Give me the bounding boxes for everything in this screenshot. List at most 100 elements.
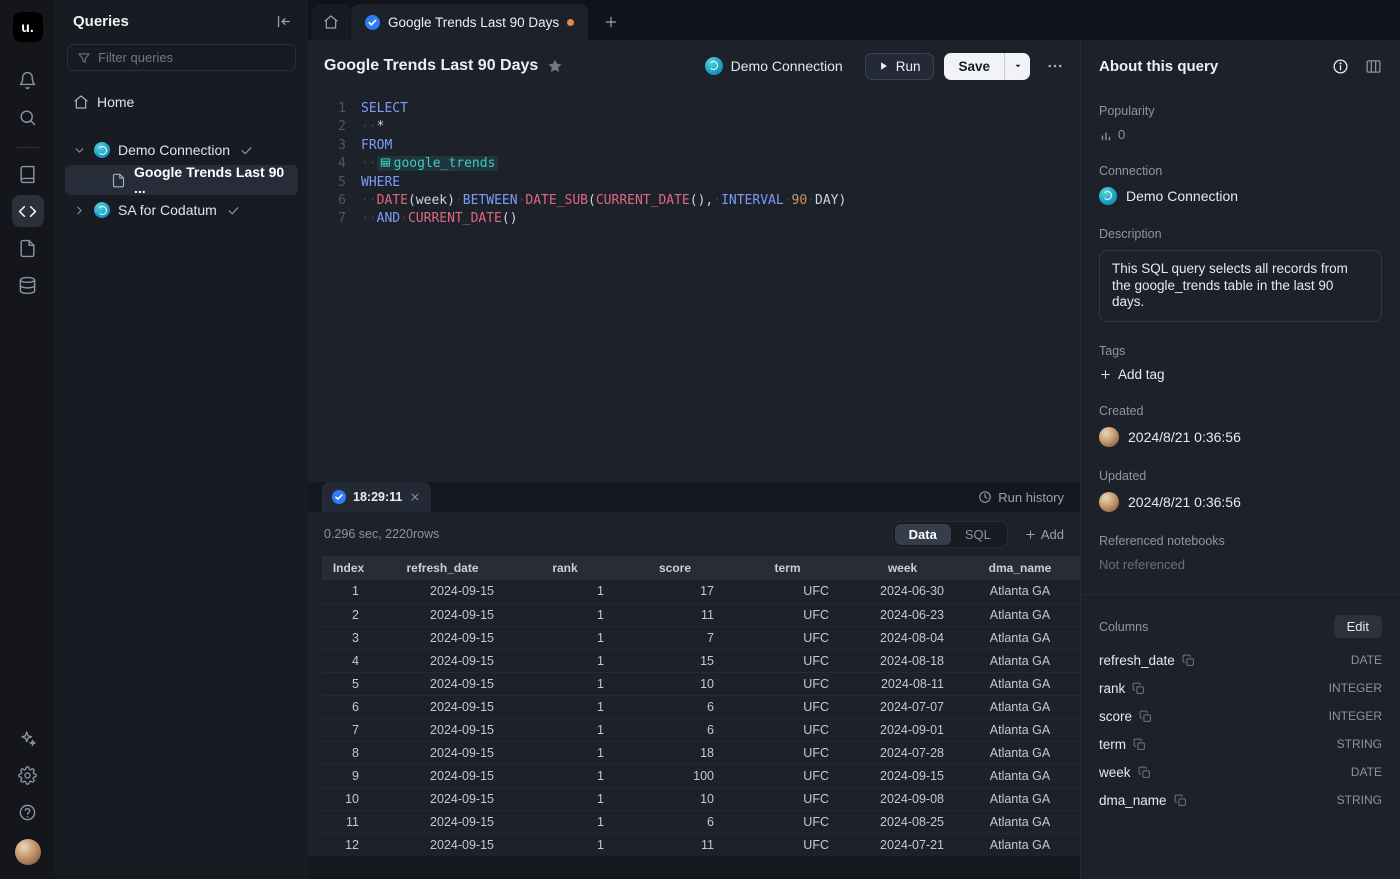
table-reference-chip[interactable]: google_trends [377, 156, 499, 171]
table-cell: UFC [730, 626, 845, 649]
column-header-rank[interactable]: rank [510, 556, 620, 580]
tree-item-sa-for-codatum[interactable]: SA for Codatum [65, 195, 298, 225]
column-list-item: rankINTEGER [1099, 674, 1382, 702]
sql-editor[interactable]: 1SELECT2··*3FROM4··google_trends5WHERE6·… [308, 92, 1080, 482]
table-cell: UFC [730, 833, 845, 856]
new-tab-button[interactable] [596, 7, 626, 37]
column-header-score[interactable]: score [620, 556, 730, 580]
table-cell: 8 [322, 741, 375, 764]
sidebar-item-home[interactable]: Home [65, 87, 298, 117]
description-box[interactable]: This SQL query selects all records from … [1099, 250, 1382, 322]
connection-selector[interactable]: Demo Connection [705, 57, 843, 75]
column-type: INTEGER [1329, 709, 1382, 723]
sidebar-title: Queries [73, 13, 129, 30]
favorite-star-icon[interactable] [547, 58, 563, 74]
copy-icon[interactable] [1133, 738, 1146, 751]
copy-icon[interactable] [1174, 794, 1187, 807]
ai-sparkles-icon[interactable] [12, 722, 44, 754]
save-button[interactable]: Save [944, 53, 1004, 80]
table-cell: 4 [322, 649, 375, 672]
database-icon[interactable] [12, 269, 44, 301]
connection-icon [94, 202, 110, 218]
line-number: 2 [308, 118, 346, 136]
table-cell: Atlanta GA [960, 741, 1080, 764]
notifications-icon[interactable] [12, 64, 44, 96]
schema-columns-icon[interactable] [1365, 58, 1382, 75]
line-number: 3 [308, 137, 346, 155]
table-row: 102024-09-15110UFC2024-09-08Atlanta GA [322, 787, 1080, 810]
tab-google-trends[interactable]: Google Trends Last 90 Days [351, 4, 588, 40]
table-row: 122024-09-15111UFC2024-07-21Atlanta GA [322, 833, 1080, 856]
help-icon[interactable] [12, 796, 44, 828]
chevron-down-icon[interactable] [73, 144, 86, 157]
column-header-week[interactable]: week [845, 556, 960, 580]
filter-queries-input[interactable] [98, 50, 286, 65]
table-cell: 2024-08-18 [845, 649, 960, 672]
tree-item-google-trends-query[interactable]: Google Trends Last 90 ... [65, 165, 298, 195]
about-divider [1081, 594, 1400, 595]
queries-sidebar: Queries Home Demo Connection [55, 0, 308, 879]
table-row: 62024-09-1516UFC2024-07-07Atlanta GA [322, 695, 1080, 718]
run-timestamp: 18:29:11 [353, 490, 402, 504]
table-cell: 2024-07-28 [845, 741, 960, 764]
run-history-button[interactable]: Run history [978, 490, 1064, 505]
results-panel: 18:29:11 Run history 0.296 sec, 2220rows [308, 482, 1080, 879]
more-options-icon[interactable] [1046, 57, 1064, 75]
collapse-sidebar-icon[interactable] [275, 13, 292, 30]
tree-item-demo-connection[interactable]: Demo Connection [65, 135, 298, 165]
table-row: 22024-09-15111UFC2024-06-23Atlanta GA [322, 603, 1080, 626]
info-icon[interactable] [1332, 58, 1349, 75]
table-cell: 2024-08-04 [845, 626, 960, 649]
home-tab[interactable] [312, 4, 350, 40]
column-header-dma_name[interactable]: dma_name [960, 556, 1080, 580]
column-header-term[interactable]: term [730, 556, 845, 580]
table-cell: 2024-09-15 [375, 787, 510, 810]
table-cell: UFC [730, 695, 845, 718]
updated-label: Updated [1099, 469, 1382, 483]
table-cell: 2024-09-15 [375, 580, 510, 603]
table-cell: 2024-09-15 [375, 718, 510, 741]
search-icon[interactable] [12, 101, 44, 133]
table-cell: UFC [730, 580, 845, 603]
copy-icon[interactable] [1132, 682, 1145, 695]
code-line: 5WHERE [308, 174, 1080, 192]
notebooks-icon[interactable] [12, 158, 44, 190]
app-logo[interactable]: u. [13, 12, 43, 42]
created-row: 2024/8/21 0:36:56 [1099, 427, 1382, 447]
code-line: 1SELECT [308, 100, 1080, 118]
about-connection[interactable]: Demo Connection [1099, 187, 1382, 205]
saved-check-icon [365, 15, 380, 30]
popularity-value: 0 [1118, 127, 1125, 142]
referenced-notebooks-value: Not referenced [1099, 557, 1382, 572]
copy-icon[interactable] [1182, 654, 1195, 667]
run-success-icon [332, 490, 346, 504]
column-type: STRING [1337, 737, 1382, 751]
column-header-refresh_date[interactable]: refresh_date [375, 556, 510, 580]
add-tag-button[interactable]: Add tag [1099, 367, 1382, 382]
user-avatar[interactable] [15, 839, 41, 865]
clock-icon [978, 490, 992, 504]
add-visualization-button[interactable]: Add [1024, 527, 1064, 542]
column-list-item: dma_nameSTRING [1099, 786, 1382, 814]
column-name: score [1099, 709, 1132, 724]
copy-icon[interactable] [1139, 710, 1152, 723]
updater-avatar [1099, 492, 1119, 512]
settings-gear-icon[interactable] [12, 759, 44, 791]
code-line: 6··DATE(week)·BETWEEN·DATE_SUB(CURRENT_D… [308, 192, 1080, 210]
line-number: 6 [308, 192, 346, 210]
table-cell: 2024-09-15 [375, 626, 510, 649]
files-icon[interactable] [12, 232, 44, 264]
column-header-Index[interactable]: Index [322, 556, 375, 580]
copy-icon[interactable] [1138, 766, 1151, 779]
run-result-tab[interactable]: 18:29:11 [322, 482, 431, 512]
save-options-caret[interactable] [1004, 53, 1030, 80]
run-button[interactable]: Run [865, 53, 935, 80]
edit-columns-button[interactable]: Edit [1334, 615, 1382, 638]
close-run-icon[interactable] [409, 491, 421, 503]
table-cell: 2024-06-30 [845, 580, 960, 603]
chevron-right-icon[interactable] [73, 204, 86, 217]
toggle-sql-view[interactable]: SQL [951, 524, 1005, 545]
toggle-data-view[interactable]: Data [895, 524, 951, 545]
table-scroll-gutter[interactable] [308, 856, 1080, 879]
queries-icon[interactable] [12, 195, 44, 227]
